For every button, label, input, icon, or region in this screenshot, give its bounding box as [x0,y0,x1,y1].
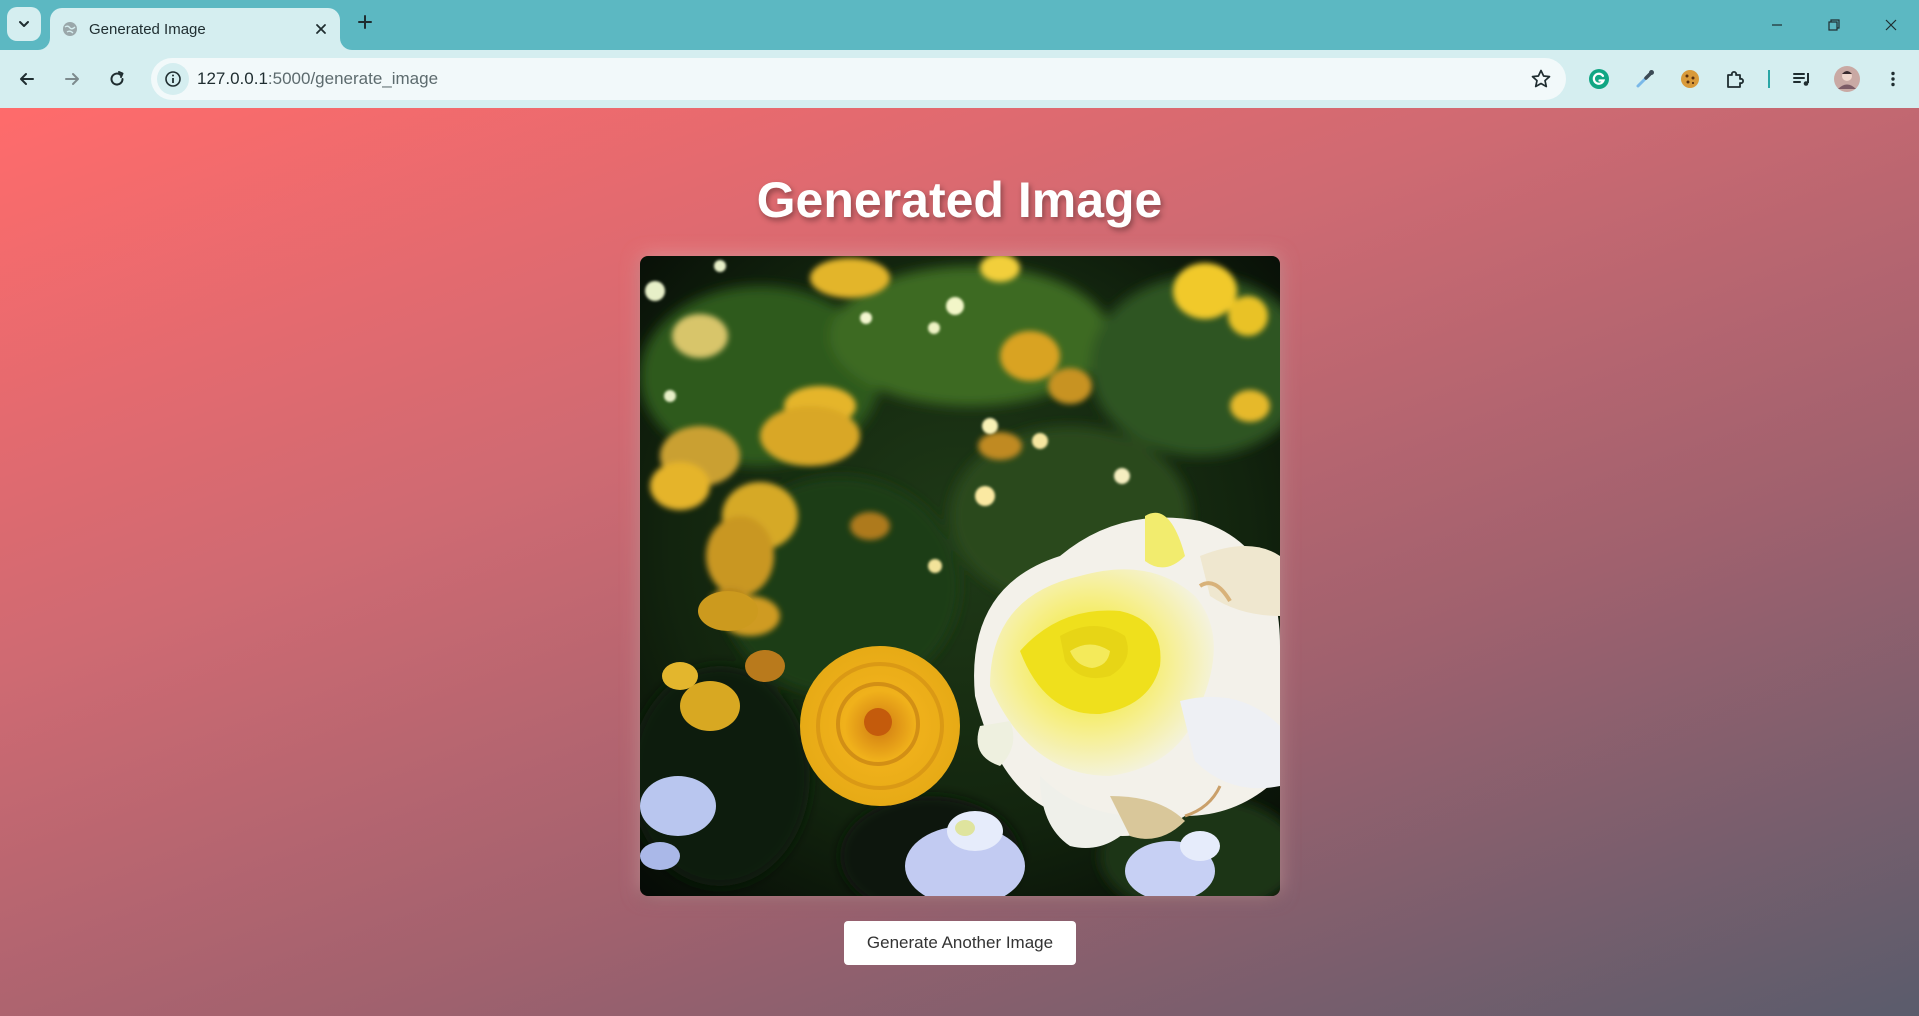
cookie-icon [1681,70,1699,88]
minimize-icon [1772,24,1782,26]
close-window-button[interactable] [1863,0,1919,50]
close-icon [1885,19,1897,31]
url-text[interactable]: 127.0.0.1:5000/generate_image [197,69,438,89]
grammarly-icon [1589,69,1609,89]
bookmark-button[interactable] [1526,64,1556,94]
extensions-button[interactable] [1717,61,1753,97]
page-title: Generated Image [756,172,1163,228]
restore-button[interactable] [1806,0,1862,50]
globe-icon [63,22,77,36]
browser-window: Generated Image 127.0.0.1:5000/generate_… [0,0,1919,1016]
tab-title: Generated Image [89,21,206,38]
forward-icon [65,73,79,85]
tab-close-button[interactable] [310,18,332,40]
url-host: 127.0.0.1 [197,69,268,88]
tab-strip: Generated Image [0,0,1919,50]
profile-button[interactable] [1829,61,1865,97]
extensions-puzzle-icon [1727,71,1744,88]
eyedropper-extension[interactable] [1627,61,1663,97]
browser-toolbar: 127.0.0.1:5000/generate_image [0,50,1919,108]
profile-avatar [1834,66,1860,92]
media-control-button[interactable] [1784,61,1820,97]
browser-menu-button[interactable] [1875,61,1911,97]
cookie-extension[interactable] [1672,61,1708,97]
tab-generated-image[interactable]: Generated Image [50,8,340,50]
generated-image [640,256,1280,896]
eyedropper-icon [1636,70,1654,88]
grammarly-extension[interactable] [1581,61,1617,97]
url-path: :5000/generate_image [267,69,439,88]
new-tab-button[interactable] [351,8,379,36]
back-button[interactable] [9,61,45,97]
minimize-button[interactable] [1749,0,1805,50]
bookmark-star-icon [1531,69,1551,88]
generated-flower-image [640,256,1280,896]
site-info-button[interactable] [157,63,189,95]
forward-button[interactable] [54,61,90,97]
menu-kebab-icon [1891,71,1895,87]
back-icon [20,73,34,85]
reload-icon [110,71,124,86]
close-icon [316,24,326,34]
tab-search-button[interactable] [7,7,41,41]
plus-icon [358,15,372,29]
page-viewport: Generated Image Generate Another Image [0,108,1919,1016]
site-info-icon [165,71,181,87]
generate-another-button[interactable]: Generate Another Image [844,921,1076,965]
media-queue-icon [1793,73,1809,86]
chevron-down-icon [19,21,29,27]
reload-button[interactable] [99,61,135,97]
restore-icon [1828,19,1840,31]
toolbar-divider [1768,70,1770,88]
address-bar[interactable]: 127.0.0.1:5000/generate_image [151,58,1566,100]
